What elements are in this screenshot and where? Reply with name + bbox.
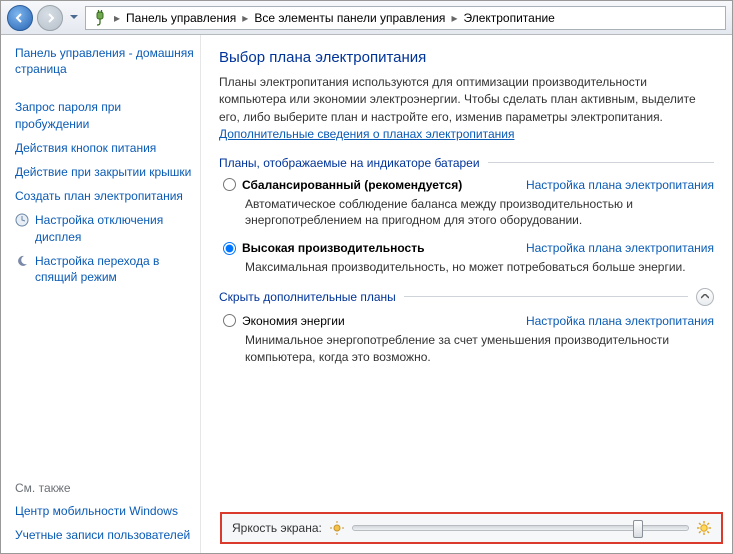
brightness-thumb[interactable] bbox=[633, 520, 643, 538]
sun-dim-icon bbox=[330, 521, 344, 535]
forward-button[interactable] bbox=[37, 5, 63, 31]
breadcrumb-sep: ▸ bbox=[114, 11, 120, 25]
divider bbox=[488, 162, 714, 163]
brightness-slider[interactable] bbox=[352, 525, 689, 531]
main: Панель управления - домашняя страница За… bbox=[1, 35, 732, 553]
sidebar-wake-password[interactable]: Запрос пароля при пробуждении bbox=[15, 99, 198, 131]
battery-plans-label: Планы, отображаемые на индикаторе батаре… bbox=[219, 156, 480, 170]
breadcrumb-leaf[interactable]: Электропитание bbox=[463, 11, 554, 25]
plan-balanced-settings-link[interactable]: Настройка плана электропитания bbox=[526, 178, 714, 192]
battery-plans-header: Планы, отображаемые на индикаторе батаре… bbox=[219, 156, 714, 170]
sidebar-sleep-mode[interactable]: Настройка перехода в спящий режим bbox=[35, 253, 198, 285]
sidebar: Панель управления - домашняя страница За… bbox=[1, 35, 201, 553]
sidebar-home[interactable]: Панель управления - домашняя страница bbox=[15, 45, 198, 77]
history-dropdown[interactable] bbox=[67, 5, 81, 31]
plan-saver-radio-label[interactable]: Экономия энергии bbox=[223, 314, 345, 328]
address-bar[interactable]: ▸ Панель управления ▸ Все элементы панел… bbox=[85, 6, 726, 30]
plan-saver-desc: Минимальное энергопотребление за счет ум… bbox=[245, 332, 714, 366]
moon-icon bbox=[15, 254, 29, 268]
chevron-down-icon bbox=[70, 15, 78, 20]
plan-balanced: Сбалансированный (рекомендуется) Настрой… bbox=[223, 178, 714, 230]
plan-saver: Экономия энергии Настройка плана электро… bbox=[223, 314, 714, 366]
brightness-label: Яркость экрана: bbox=[232, 521, 322, 535]
sidebar-lid-close[interactable]: Действие при закрытии крышки bbox=[15, 164, 198, 180]
intro-text: Планы электропитания используются для оп… bbox=[219, 74, 714, 144]
plan-high-radio-label[interactable]: Высокая производительность bbox=[223, 241, 424, 255]
plan-high-settings-link[interactable]: Настройка плана электропитания bbox=[526, 241, 714, 255]
sidebar-create-plan[interactable]: Создать план электропитания bbox=[15, 188, 198, 204]
power-plug-icon bbox=[92, 10, 108, 26]
breadcrumb-mid[interactable]: Все элементы панели управления bbox=[254, 11, 445, 25]
back-button[interactable] bbox=[7, 5, 33, 31]
plan-high-radio[interactable] bbox=[223, 242, 236, 255]
plan-balanced-name: Сбалансированный (рекомендуется) bbox=[242, 178, 462, 192]
clock-icon bbox=[15, 213, 29, 227]
plan-high-performance: Высокая производительность Настройка пла… bbox=[223, 241, 714, 276]
sidebar-mobility[interactable]: Центр мобильности Windows bbox=[15, 503, 198, 519]
plan-balanced-radio[interactable] bbox=[223, 178, 236, 191]
breadcrumb-sep: ▸ bbox=[242, 11, 248, 25]
breadcrumb-root[interactable]: Панель управления bbox=[126, 11, 236, 25]
intro-link[interactable]: Дополнительные сведения о планах электро… bbox=[219, 127, 514, 141]
chevron-up-icon bbox=[701, 294, 709, 299]
plan-saver-name: Экономия энергии bbox=[242, 314, 345, 328]
page-title: Выбор плана электропитания bbox=[219, 49, 714, 66]
sun-bright-icon bbox=[697, 521, 711, 535]
plan-saver-radio[interactable] bbox=[223, 314, 236, 327]
plan-high-name: Высокая производительность bbox=[242, 241, 424, 255]
breadcrumb-sep: ▸ bbox=[451, 11, 457, 25]
plan-high-desc: Максимальная производительность, но може… bbox=[245, 259, 714, 276]
hide-plans-label: Скрыть дополнительные планы bbox=[219, 290, 396, 304]
collapse-button[interactable] bbox=[696, 288, 714, 306]
toolbar: ▸ Панель управления ▸ Все элементы панел… bbox=[1, 1, 732, 35]
brightness-bar: Яркость экрана: bbox=[220, 512, 723, 544]
plan-saver-settings-link[interactable]: Настройка плана электропитания bbox=[526, 314, 714, 328]
divider bbox=[404, 296, 688, 297]
arrow-right-icon bbox=[44, 12, 56, 24]
see-also-header: См. также bbox=[15, 481, 198, 495]
plan-balanced-desc: Автоматическое соблюдение баланса между … bbox=[245, 196, 714, 230]
sidebar-display-off[interactable]: Настройка отключения дисплея bbox=[35, 212, 198, 244]
sidebar-accounts[interactable]: Учетные записи пользователей bbox=[15, 527, 198, 543]
plan-balanced-radio-label[interactable]: Сбалансированный (рекомендуется) bbox=[223, 178, 462, 192]
sidebar-power-buttons[interactable]: Действия кнопок питания bbox=[15, 140, 198, 156]
intro-body: Планы электропитания используются для оп… bbox=[219, 75, 696, 124]
arrow-left-icon bbox=[14, 12, 26, 24]
content: Выбор плана электропитания Планы электро… bbox=[201, 35, 732, 553]
hide-plans-header: Скрыть дополнительные планы bbox=[219, 288, 714, 306]
